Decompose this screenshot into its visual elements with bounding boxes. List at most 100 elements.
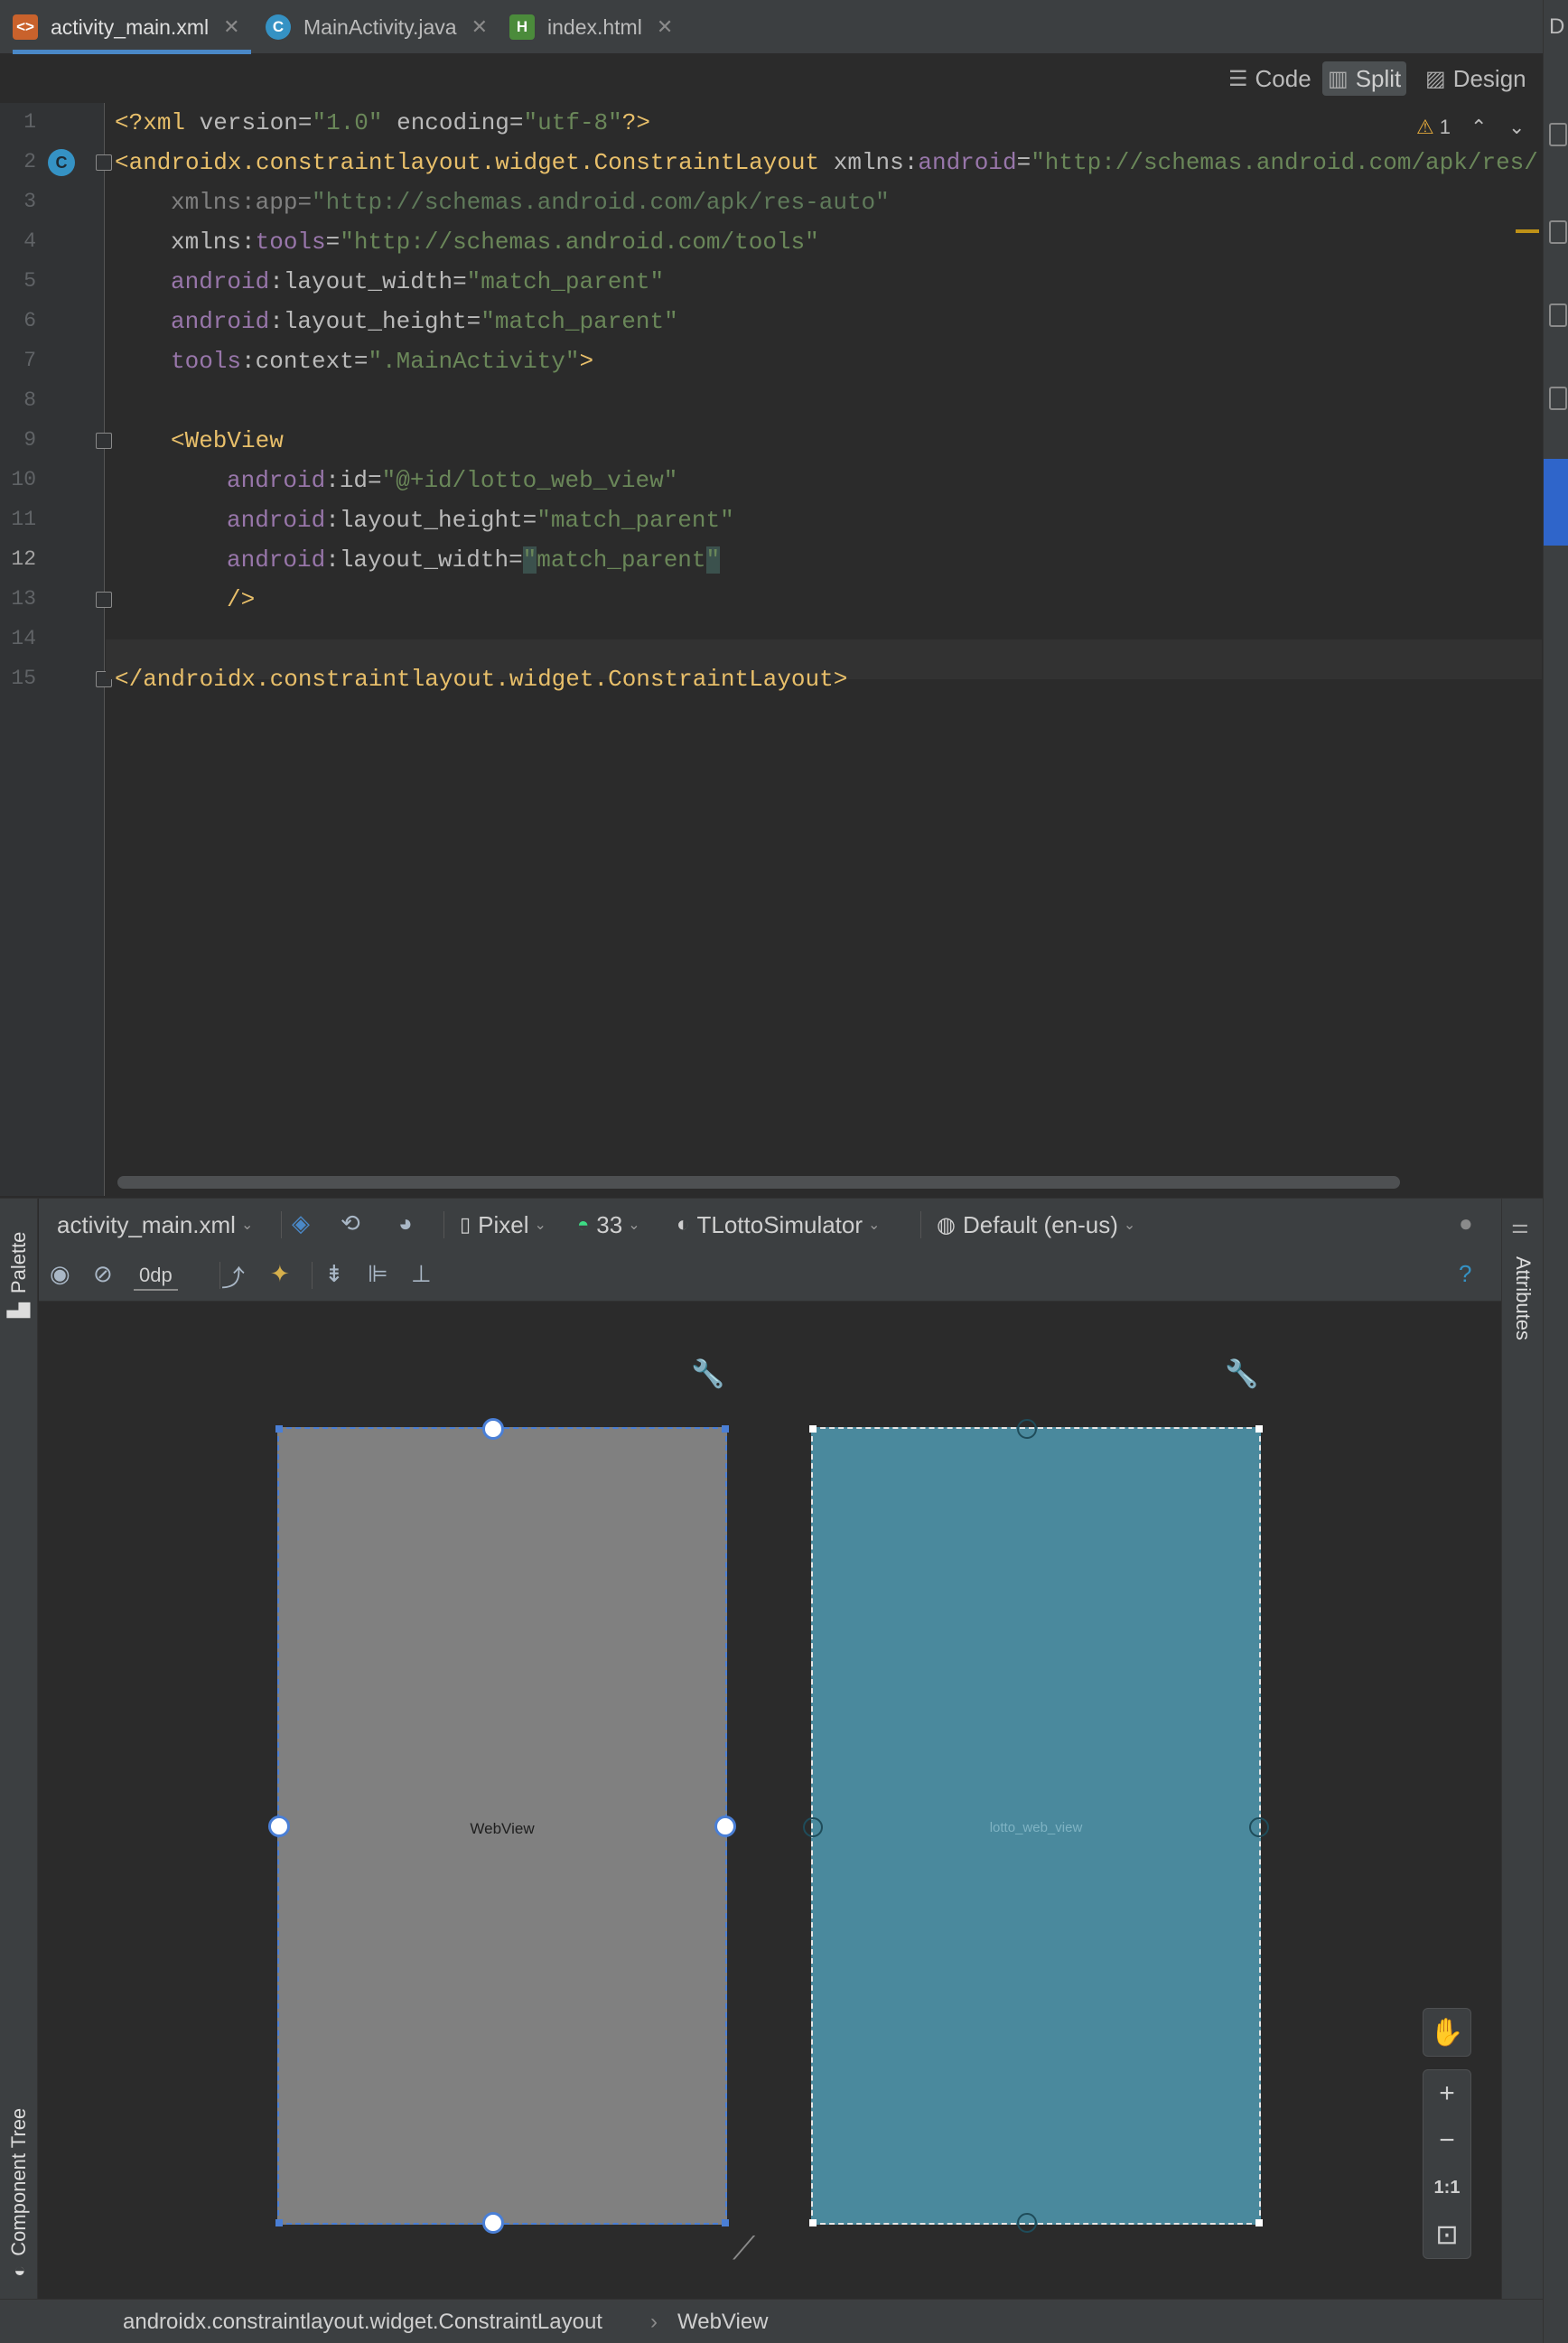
code-line: android:layout_width="match_parent" bbox=[171, 268, 665, 295]
close-icon[interactable]: ✕ bbox=[223, 15, 239, 39]
close-icon[interactable]: ✕ bbox=[471, 15, 488, 39]
error-stripe-marker[interactable] bbox=[1516, 229, 1539, 233]
api-level-label: 33 bbox=[596, 1210, 623, 1238]
theme-icon: ◐ bbox=[677, 1212, 690, 1237]
android-icon: ◓ bbox=[577, 1213, 590, 1236]
sliders-icon[interactable]: ⚌ bbox=[1511, 1215, 1529, 1238]
panel-icon[interactable] bbox=[1549, 220, 1567, 244]
code-content[interactable]: <?xml version="1.0" encoding="utf-8"?> <… bbox=[115, 103, 1538, 693]
eye-icon[interactable]: ◉ bbox=[50, 1260, 70, 1288]
selected-panel-indicator[interactable] bbox=[1544, 459, 1568, 546]
panel-icon[interactable] bbox=[1549, 303, 1567, 327]
fold-icon[interactable] bbox=[96, 592, 112, 608]
palette-tab[interactable]: ▙ Palette bbox=[7, 1232, 31, 1318]
default-margin-field[interactable]: 0dp bbox=[134, 1260, 178, 1291]
locale-dropdown[interactable]: ◍ Default (en-us) ⌄ bbox=[937, 1199, 1135, 1251]
inspection-warnings[interactable]: ⚠ 1 bbox=[1416, 116, 1451, 139]
resize-handle[interactable] bbox=[809, 2219, 817, 2226]
resize-handle[interactable] bbox=[275, 2219, 283, 2226]
code-mode-button[interactable]: ☰ Code bbox=[1223, 61, 1317, 96]
design-toolbar: activity_main.xml ⌄ ◈ ⟲ ◕ ▯ Pixel ⌄ ◓ 33 ⌄ … bbox=[39, 1199, 1501, 1251]
layout-file-dropdown[interactable]: activity_main.xml ⌄ bbox=[57, 1199, 253, 1251]
horizontal-scrollbar[interactable] bbox=[117, 1176, 1400, 1189]
layers-icon[interactable]: ◈ bbox=[292, 1209, 310, 1237]
align-icon[interactable]: ⊫ bbox=[368, 1260, 388, 1288]
fold-icon[interactable] bbox=[96, 433, 112, 449]
line-number-gutter: 1 2 3 4 5 6 7 8 9 10 11 12 13 14 15 C bbox=[0, 103, 105, 1196]
code-line: /> bbox=[227, 586, 256, 613]
resize-handle[interactable] bbox=[722, 2219, 729, 2226]
attributes-strip: ⚌ Attributes bbox=[1501, 1199, 1543, 2299]
layout-design-panel: ▙ Palette ◐ Component Tree ⚌ Attributes … bbox=[0, 1198, 1543, 2343]
api-level-dropdown[interactable]: ◓ 33 ⌄ bbox=[577, 1199, 640, 1251]
issues-icon[interactable]: ● bbox=[1459, 1209, 1473, 1237]
tab-index-html[interactable]: H index.html ✕ bbox=[509, 0, 681, 54]
top-constraint-anchor[interactable] bbox=[1017, 1419, 1037, 1439]
resize-corner-icon[interactable]: ⟋ bbox=[733, 2229, 755, 2268]
breadcrumb-item[interactable]: androidx.constraintlayout.widget.Constra… bbox=[123, 2300, 602, 2343]
rotate-icon[interactable]: ⟲ bbox=[341, 1209, 360, 1237]
java-class-icon: C bbox=[266, 14, 291, 40]
palette-icon: ▙ bbox=[7, 1302, 30, 1318]
pan-button-group: ✋ bbox=[1423, 2008, 1471, 2057]
chevron-down-icon[interactable]: ⌄ bbox=[1508, 116, 1525, 139]
close-icon[interactable]: ✕ bbox=[657, 15, 673, 39]
line-number: 2 bbox=[23, 150, 36, 173]
clear-constraints-icon[interactable]: ⤴ bbox=[221, 1260, 245, 1293]
class-gutter-icon[interactable]: C bbox=[48, 149, 75, 176]
breadcrumb-item[interactable]: WebView bbox=[677, 2300, 769, 2343]
breadcrumb-separator-icon: › bbox=[650, 2310, 658, 2334]
resize-handle[interactable] bbox=[1255, 1425, 1263, 1433]
line-number: 1 bbox=[23, 110, 36, 134]
zoom-out-button[interactable]: − bbox=[1423, 2117, 1470, 2164]
wrench-icon[interactable]: 🔧 bbox=[691, 1358, 724, 1390]
help-icon[interactable]: ? bbox=[1459, 1260, 1471, 1288]
code-editor[interactable]: 1 2 3 4 5 6 7 8 9 10 11 12 13 14 15 C <?… bbox=[0, 103, 1543, 1196]
pack-icon[interactable]: ⇟ bbox=[324, 1260, 344, 1288]
divider bbox=[281, 1211, 282, 1238]
resize-handle[interactable] bbox=[275, 1425, 283, 1433]
line-number: 13 bbox=[11, 587, 36, 611]
hand-icon[interactable]: ✋ bbox=[1423, 2009, 1470, 2056]
resize-handle[interactable] bbox=[722, 1425, 729, 1433]
blueprint-surface[interactable]: lotto_web_view bbox=[803, 1419, 1269, 2233]
split-mode-button[interactable]: ▥ Split bbox=[1322, 61, 1407, 96]
resize-handle[interactable] bbox=[809, 1425, 817, 1433]
wrench-icon[interactable]: 🔧 bbox=[1225, 1358, 1258, 1390]
device-manager-icon[interactable] bbox=[1549, 123, 1567, 146]
magnet-off-icon[interactable]: ⊘ bbox=[93, 1260, 113, 1288]
chevron-up-icon[interactable]: ⌃ bbox=[1470, 116, 1487, 139]
infer-constraints-icon[interactable]: ✦ bbox=[270, 1260, 290, 1288]
design-canvas[interactable]: 🔧 🔧 WebView lotto_web_view ⟋ bbox=[39, 1302, 1501, 2299]
layout-file-label: activity_main.xml bbox=[57, 1210, 236, 1238]
design-surface[interactable]: WebView bbox=[268, 1418, 736, 2234]
code-lines-icon: ☰ bbox=[1228, 66, 1248, 91]
resize-handle[interactable] bbox=[1255, 2219, 1263, 2226]
top-constraint-anchor[interactable] bbox=[482, 1418, 504, 1440]
guidelines-icon[interactable]: ⊥ bbox=[411, 1260, 432, 1288]
chevron-down-icon: ⌄ bbox=[1123, 1218, 1136, 1233]
divider bbox=[443, 1211, 444, 1238]
tab-mainactivity-java[interactable]: C MainActivity.java ✕ bbox=[266, 0, 500, 54]
chevron-down-icon: ⌄ bbox=[240, 1218, 254, 1233]
bottom-constraint-anchor[interactable] bbox=[1017, 2213, 1037, 2233]
locale-label: Default (en-us) bbox=[962, 1210, 1118, 1238]
zoom-to-fit-icon[interactable]: ⊡ bbox=[1423, 2211, 1470, 2258]
zoom-in-button[interactable]: + bbox=[1423, 2070, 1470, 2117]
zoom-actual-size-button[interactable]: 1:1 bbox=[1423, 2164, 1470, 2211]
zoom-controls: + − 1:1 ⊡ bbox=[1423, 2069, 1471, 2259]
line-number: 3 bbox=[23, 190, 36, 213]
night-mode-icon[interactable]: ◕ bbox=[398, 1209, 413, 1237]
component-tree-tab[interactable]: ◐ Component Tree bbox=[7, 2108, 31, 2277]
panel-icon[interactable] bbox=[1549, 387, 1567, 410]
theme-dropdown[interactable]: ◐ TLottoSimulator ⌄ bbox=[677, 1199, 880, 1251]
attributes-tab[interactable]: Attributes bbox=[1511, 1256, 1535, 1340]
tab-activity-main-xml[interactable]: <> activity_main.xml ✕ bbox=[13, 0, 251, 54]
device-label: Pixel bbox=[478, 1210, 529, 1238]
fold-icon[interactable] bbox=[96, 154, 112, 171]
design-mode-button[interactable]: ▨ Design bbox=[1420, 61, 1532, 96]
warning-count: 1 bbox=[1439, 116, 1451, 138]
device-dropdown[interactable]: ▯ Pixel ⌄ bbox=[460, 1199, 546, 1251]
bottom-constraint-anchor[interactable] bbox=[482, 2212, 504, 2234]
globe-icon: ◍ bbox=[937, 1212, 956, 1237]
